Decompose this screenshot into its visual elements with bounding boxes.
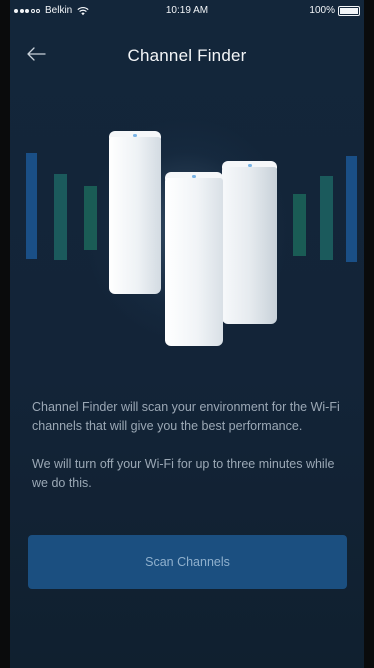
page-title: Channel Finder [127,46,247,65]
node-led [192,175,196,178]
status-bar: Belkin 10:19 AM 100% [10,0,364,22]
velop-node [222,161,277,324]
velop-node [109,131,161,294]
description-paragraph-2: We will turn off your Wi-Fi for up to th… [32,457,335,490]
battery-icon [338,5,360,16]
scan-channels-button[interactable]: Scan Channels [28,535,347,589]
status-right: 100% [309,5,360,16]
node-led [248,164,252,167]
node-face [165,178,223,346]
node-face [109,137,161,294]
signal-bar-right-inner [293,194,306,256]
signal-bar-left-inner [84,186,97,250]
signal-bar-left-outer [26,153,37,259]
description-paragraph-1: Channel Finder will scan your environmen… [32,400,340,433]
node-face [222,167,277,324]
channel-finder-screen: Belkin 10:19 AM 100% Channel Finder Chan… [10,0,364,668]
signal-bar-left-middle [54,174,67,260]
signal-bar-right-outer [346,156,357,262]
velop-mesh-nodes-illustration [10,110,364,350]
signal-bar-right-middle [320,176,333,260]
battery-fill [340,7,358,14]
node-led [133,134,137,137]
velop-node [165,172,223,346]
battery-percent: 100% [309,5,335,16]
